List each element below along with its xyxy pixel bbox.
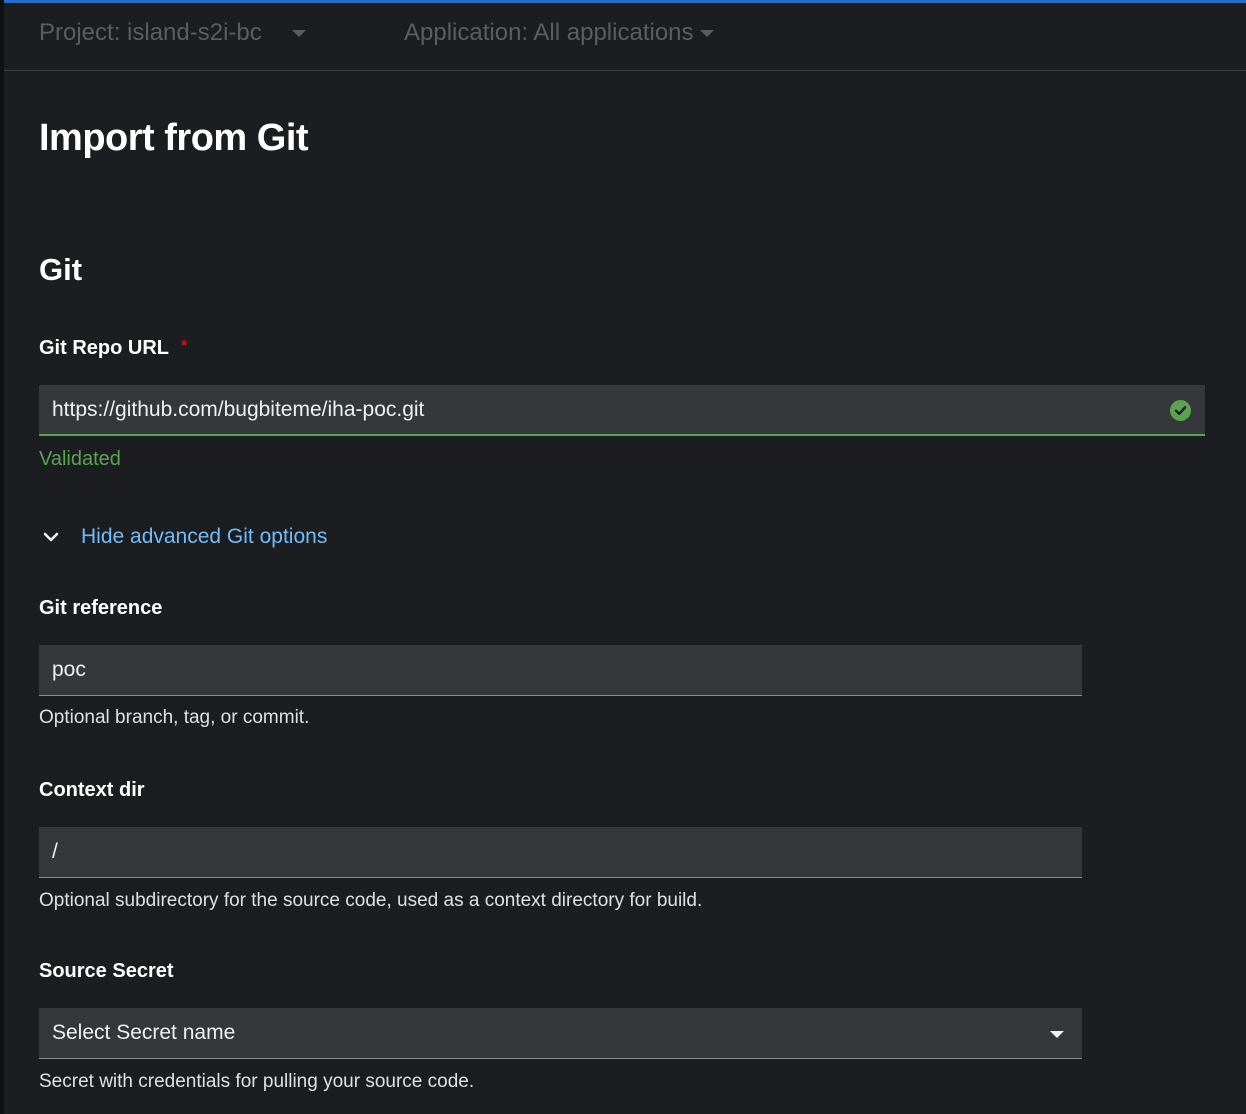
context-dir-helper: Optional subdirectory for the source cod… [39, 890, 703, 911]
context-dir-value: / [52, 840, 58, 863]
git-repo-url-value: https://github.com/bugbiteme/iha-poc.git [52, 397, 425, 421]
git-repo-url-label-text: Git Repo URL [39, 337, 169, 359]
git-reference-input[interactable]: poc [39, 645, 1082, 696]
page-title: Import from Git [39, 117, 309, 159]
caret-down-icon [1050, 1031, 1064, 1038]
project-selector[interactable]: Project: island-s2i-bc [39, 19, 306, 47]
source-secret-label: Source Secret [39, 960, 174, 982]
context-dir-label: Context dir [39, 779, 145, 801]
application-selector-label: Application: All applications [404, 19, 694, 46]
git-repo-url-input[interactable]: https://github.com/bugbiteme/iha-poc.git [39, 385, 1205, 436]
source-secret-selected: Select Secret name [52, 1021, 236, 1044]
application-selector[interactable]: Application: All applications [404, 19, 714, 47]
git-repo-url-label: Git Repo URL * [39, 337, 187, 360]
context-bar: Project: island-s2i-bc Application: All … [4, 3, 1246, 71]
caret-down-icon [291, 29, 306, 37]
git-reference-helper: Optional branch, tag, or commit. [39, 707, 310, 728]
advanced-git-options-label: Hide advanced Git options [81, 525, 328, 548]
section-title: Git [39, 252, 83, 287]
source-secret-select[interactable]: Select Secret name [39, 1008, 1082, 1059]
check-circle-icon [1170, 400, 1191, 421]
git-reference-value: poc [52, 658, 86, 681]
git-repo-url-status: Validated [39, 448, 121, 470]
required-marker: * [181, 338, 188, 355]
caret-down-icon [699, 29, 714, 37]
chevron-down-icon [39, 525, 63, 549]
context-dir-input[interactable]: / [39, 827, 1082, 878]
advanced-git-options-toggle[interactable]: Hide advanced Git options [39, 525, 327, 549]
source-secret-helper: Secret with credentials for pulling your… [39, 1071, 475, 1092]
git-reference-label: Git reference [39, 597, 163, 619]
project-selector-label: Project: island-s2i-bc [39, 19, 262, 46]
left-edge [0, 0, 4, 1114]
